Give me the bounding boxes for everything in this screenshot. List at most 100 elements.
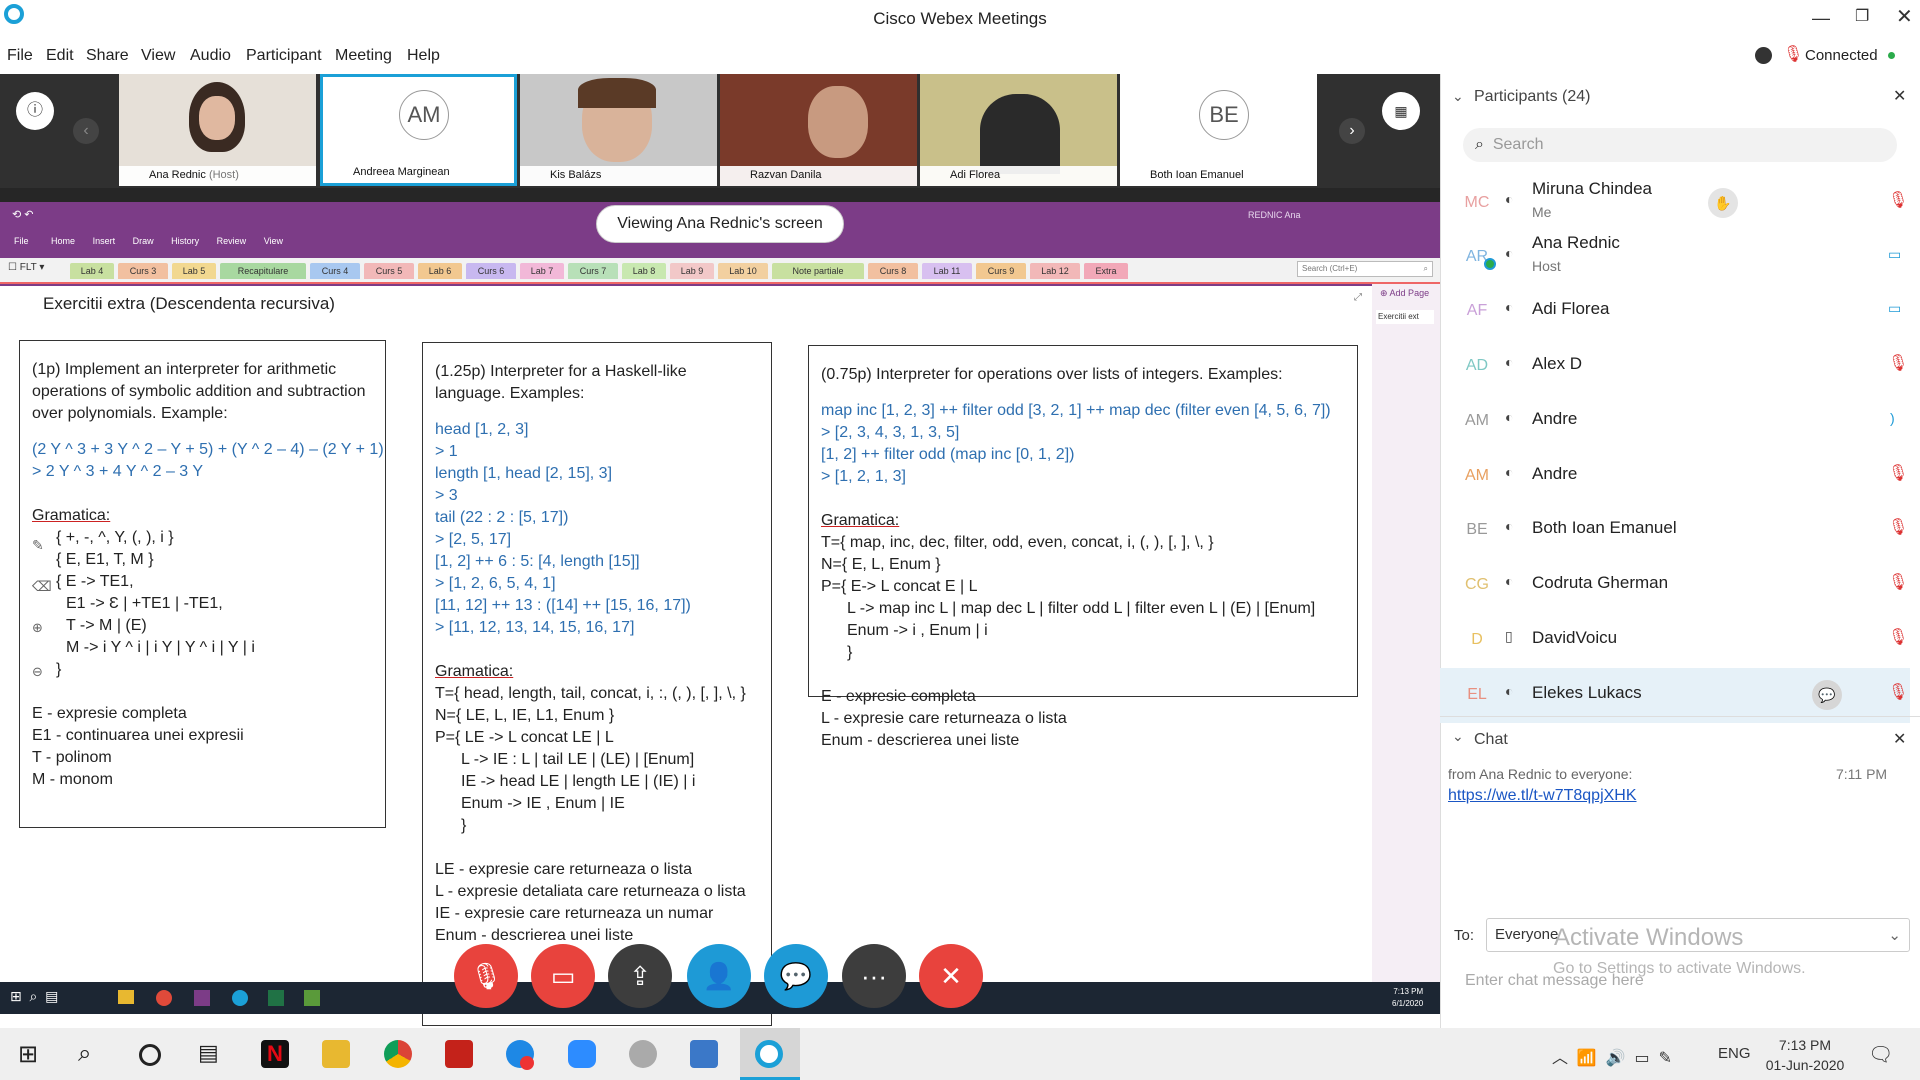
zoom-icon[interactable]	[568, 1040, 596, 1068]
onenote-menu-history[interactable]: History	[171, 236, 199, 246]
language-indicator[interactable]: ENG	[1718, 1045, 1751, 1062]
file-explorer-icon[interactable]	[322, 1040, 350, 1068]
tray-icons[interactable]: ︿ 📶 🔊 ▭ ✎	[1552, 1044, 1672, 1068]
section-tab[interactable]: Curs 6	[466, 263, 516, 279]
participants-collapse-icon[interactable]: ⌄	[1452, 88, 1464, 105]
section-tab[interactable]: Curs 7	[568, 263, 618, 279]
cortana-icon[interactable]	[139, 1044, 161, 1066]
section-tab[interactable]: Note partiale	[772, 263, 864, 279]
chat-close-icon[interactable]: ✕	[1893, 729, 1906, 749]
participant-row[interactable]: AF ◐ Adi Florea ▭	[1440, 284, 1910, 339]
close-button[interactable]: ✕	[1896, 4, 1913, 29]
onenote-menu-file[interactable]: File	[14, 236, 29, 246]
more-options-button[interactable]: ···	[842, 944, 906, 1008]
pdf-reader-icon[interactable]	[445, 1040, 473, 1068]
minimize-button[interactable]: —	[1812, 8, 1830, 29]
clock[interactable]: 7:13 PM 01-Jun-2020	[1765, 1035, 1845, 1075]
video-tile[interactable]: Kis Balázs	[520, 74, 717, 186]
participant-row[interactable]: AR ◐ Ana Rednic Host ▭	[1440, 230, 1910, 285]
participant-row[interactable]: MC ◐ Miruna Chindea Me 🎙 ✋	[1440, 176, 1910, 231]
notifications-icon[interactable]: 🗨	[1868, 1042, 1893, 1067]
video-tile[interactable]: BE Both Ioan Emanuel	[1120, 74, 1317, 186]
zoom-out-icon[interactable]: ⊖	[32, 664, 43, 680]
restore-button[interactable]: ❐	[1855, 6, 1869, 26]
section-tab[interactable]: Lab 11	[922, 263, 972, 279]
onenote-menu-review[interactable]: Review	[217, 236, 247, 246]
participant-row[interactable]: CG ◐ Codruta Gherman 🎙	[1440, 558, 1910, 613]
chat-collapse-icon[interactable]: ⌄	[1452, 728, 1464, 745]
menu-help[interactable]: Help	[407, 47, 440, 65]
participant-name: Adi Florea	[1532, 299, 1610, 318]
leave-meeting-button[interactable]: ✕	[919, 944, 983, 1008]
menu-meeting[interactable]: Meeting	[335, 47, 392, 65]
menu-file[interactable]: File	[7, 47, 33, 65]
section-tab[interactable]: Recapitulare	[220, 263, 306, 279]
add-page-button[interactable]: ⊕ Add Page	[1380, 288, 1429, 299]
section-tab[interactable]: Lab 8	[622, 263, 666, 279]
participants-button[interactable]: 👤	[687, 944, 751, 1008]
search-icon[interactable]: ⌕	[78, 1040, 91, 1068]
menu-edit[interactable]: Edit	[46, 47, 74, 65]
next-arrow-button[interactable]: ›	[1339, 118, 1365, 144]
task-view-icon[interactable]: ▤	[198, 1040, 219, 1066]
raise-hand-icon[interactable]: ✋	[1708, 188, 1738, 218]
start-icon[interactable]: ⊞	[18, 1040, 38, 1069]
stop-video-button[interactable]: ▭	[531, 944, 595, 1008]
section-tab[interactable]: Curs 9	[976, 263, 1026, 279]
eraser-tool-icon[interactable]: ⌫	[32, 578, 52, 595]
page-list-item[interactable]: Exercitii ext	[1376, 310, 1434, 324]
participant-row[interactable]: AM ◐ Andre)	[1440, 394, 1910, 449]
section-tab[interactable]: Curs 3	[118, 263, 168, 279]
menu-share[interactable]: Share	[86, 47, 129, 65]
participant-name: Alex D	[1532, 354, 1583, 373]
section-tab[interactable]: Curs 8	[868, 263, 918, 279]
section-tab[interactable]: Extra	[1084, 263, 1128, 279]
section-tab[interactable]: Lab 10	[718, 263, 768, 279]
onenote-menu-view[interactable]: View	[264, 236, 283, 246]
participant-row[interactable]: D ▯ DavidVoicu 🎙	[1440, 613, 1910, 668]
video-tile[interactable]: AM Andreea Marginean	[320, 74, 517, 186]
layout-button[interactable]: ▦	[1382, 92, 1420, 130]
video-tile[interactable]: Ana Rednic (Host)	[119, 74, 316, 186]
share-button[interactable]: ⇪	[608, 944, 672, 1008]
participant-row[interactable]: AM ◐ Andre 🎙	[1440, 449, 1910, 504]
participants-close-icon[interactable]: ✕	[1893, 86, 1906, 106]
chat-button[interactable]: 💬	[764, 944, 828, 1008]
participant-row[interactable]: AD ◐ Alex D 🎙	[1440, 339, 1910, 394]
participant-row[interactable]: BE ◐ Both Ioan Emanuel 🎙	[1440, 503, 1910, 558]
section-tab[interactable]: Lab 4	[70, 263, 114, 279]
chat-link[interactable]: https://we.tl/t-w7T8qpjXHK	[1448, 787, 1637, 805]
section-tab[interactable]: Lab 5	[172, 263, 216, 279]
participant-row[interactable]: EL ◐ Elekes Lukacs 🎙 💬	[1440, 668, 1910, 723]
onenote-menu-insert[interactable]: Insert	[93, 236, 116, 246]
prev-arrow-button[interactable]: ‹	[73, 118, 99, 144]
expand-icon[interactable]: ⤢	[1354, 292, 1362, 303]
pen-tool-icon[interactable]: ✎	[32, 537, 44, 554]
notebook-selector[interactable]: ☐ FLT ▾	[8, 262, 44, 273]
menu-view[interactable]: View	[141, 47, 175, 65]
section-tab[interactable]: Lab 9	[670, 263, 714, 279]
photos-icon[interactable]	[690, 1040, 718, 1068]
zoom-in-icon[interactable]: ⊕	[32, 620, 43, 636]
audio-icon: ◐	[1505, 191, 1514, 207]
info-button[interactable]: ⓘ	[16, 92, 54, 130]
media-icon[interactable]	[629, 1040, 657, 1068]
section-tab[interactable]: Lab 6	[418, 263, 462, 279]
video-tile[interactable]: Adi Florea	[920, 74, 1117, 186]
chat-bubble-icon[interactable]: 💬	[1812, 680, 1842, 710]
connected-dot-icon	[1888, 52, 1895, 59]
netflix-icon[interactable]: N	[261, 1040, 289, 1068]
video-tile[interactable]: Razvan Danila	[720, 74, 917, 186]
mute-button[interactable]: 🎙	[454, 944, 518, 1008]
menu-participant[interactable]: Participant	[246, 47, 322, 65]
participant-search-input[interactable]: ⌕ Search	[1463, 128, 1897, 162]
onenote-menu-home[interactable]: Home	[51, 236, 75, 246]
chrome-icon[interactable]	[384, 1040, 412, 1068]
onenote-menu-draw[interactable]: Draw	[133, 236, 154, 246]
menu-audio[interactable]: Audio	[190, 47, 231, 65]
section-tab[interactable]: Lab 12	[1030, 263, 1080, 279]
section-tab[interactable]: Curs 5	[364, 263, 414, 279]
section-tab[interactable]: Lab 7	[520, 263, 564, 279]
section-tab[interactable]: Curs 4	[310, 263, 360, 279]
onenote-search-input[interactable]: Search (Ctrl+E) ⌕	[1297, 261, 1433, 277]
